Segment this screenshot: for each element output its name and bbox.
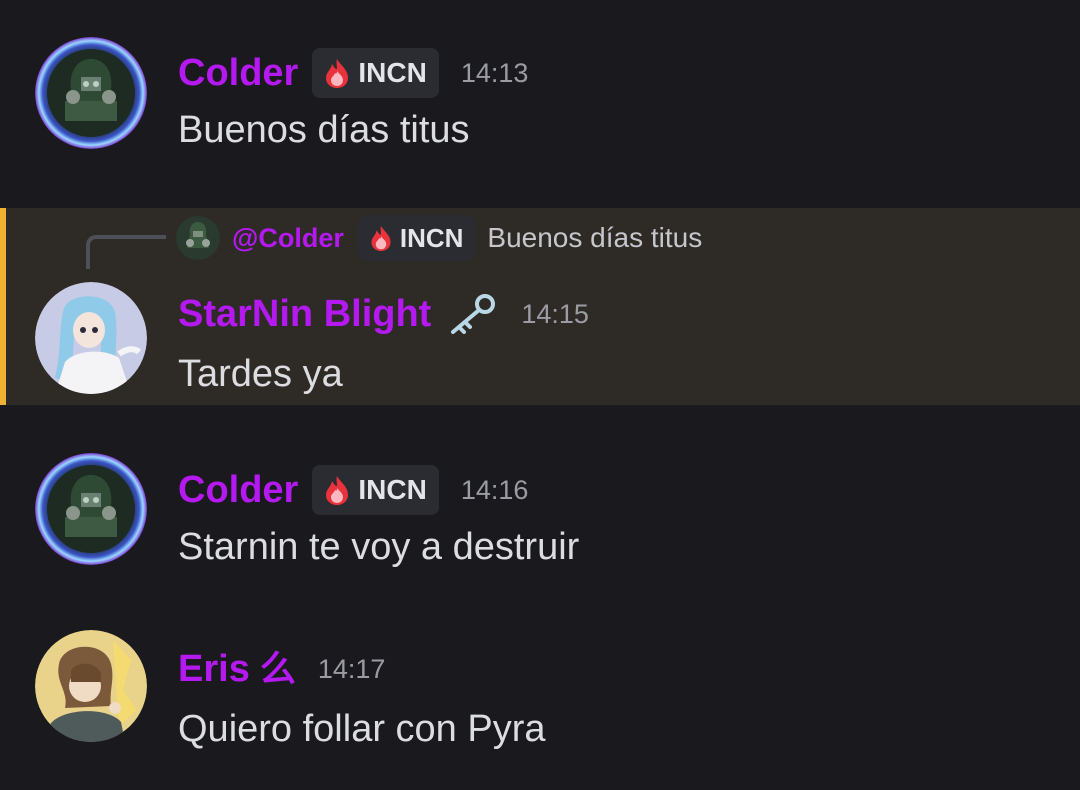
server-tag-badge[interactable]: INCN (312, 465, 439, 515)
username[interactable]: StarNin Blight (178, 292, 431, 336)
message-item[interactable]: StarNin Blight 14:15 Tardes ya (0, 270, 1080, 400)
reply-avatar (176, 216, 220, 260)
timestamp: 14:15 (521, 299, 589, 329)
message-item[interactable]: Eris 么 14:17 Quiero follar con Pyra (0, 615, 1080, 790)
message-content: Tardes ya (178, 353, 343, 395)
flame-icon (326, 476, 349, 505)
message-content: Quiero follar con Pyra (178, 708, 546, 750)
colder-avatar-image (35, 453, 147, 565)
chat-message-list: Colder INCN 14:13 Buenos días titus @Col… (0, 0, 1080, 790)
eris-avatar-image (35, 630, 147, 742)
reply-text: Buenos días titus (487, 222, 703, 253)
flame-icon (371, 225, 391, 251)
timestamp: 14:13 (460, 58, 529, 88)
avatar-colder[interactable] (35, 37, 147, 149)
key-icon (451, 294, 496, 334)
message-content: Starnin te voy a destruir (178, 526, 580, 568)
reply-mention[interactable]: @Colder (232, 223, 344, 254)
message-item[interactable]: Colder INCN 14:13 Buenos días titus (0, 0, 1080, 190)
name-glyph-icon: 么 (259, 648, 296, 689)
avatar-colder[interactable] (35, 453, 147, 565)
flame-icon (326, 59, 349, 88)
server-tag-badge[interactable]: INCN (357, 215, 476, 261)
username[interactable]: Eris (178, 647, 250, 691)
username[interactable]: Colder (178, 468, 298, 512)
message-item[interactable]: Colder INCN 14:16 Starnin te voy a destr… (0, 440, 1080, 590)
tag-label: INCN (358, 57, 427, 88)
avatar-starnin[interactable] (35, 282, 147, 394)
avatar-eris[interactable] (35, 630, 147, 742)
tag-label: INCN (399, 222, 464, 253)
tag-label: INCN (358, 474, 427, 505)
timestamp: 14:17 (317, 654, 386, 684)
message-content: Buenos días titus (178, 109, 470, 151)
timestamp: 14:16 (460, 475, 529, 505)
reply-connector (86, 235, 166, 269)
username[interactable]: Colder (178, 51, 298, 95)
reply-preview[interactable]: @Colder INCN Buenos días titus (176, 214, 702, 262)
colder-avatar-small (176, 216, 220, 260)
server-tag-badge[interactable]: INCN (312, 48, 439, 98)
starnin-avatar-image (35, 282, 147, 394)
colder-avatar-image (35, 37, 147, 149)
